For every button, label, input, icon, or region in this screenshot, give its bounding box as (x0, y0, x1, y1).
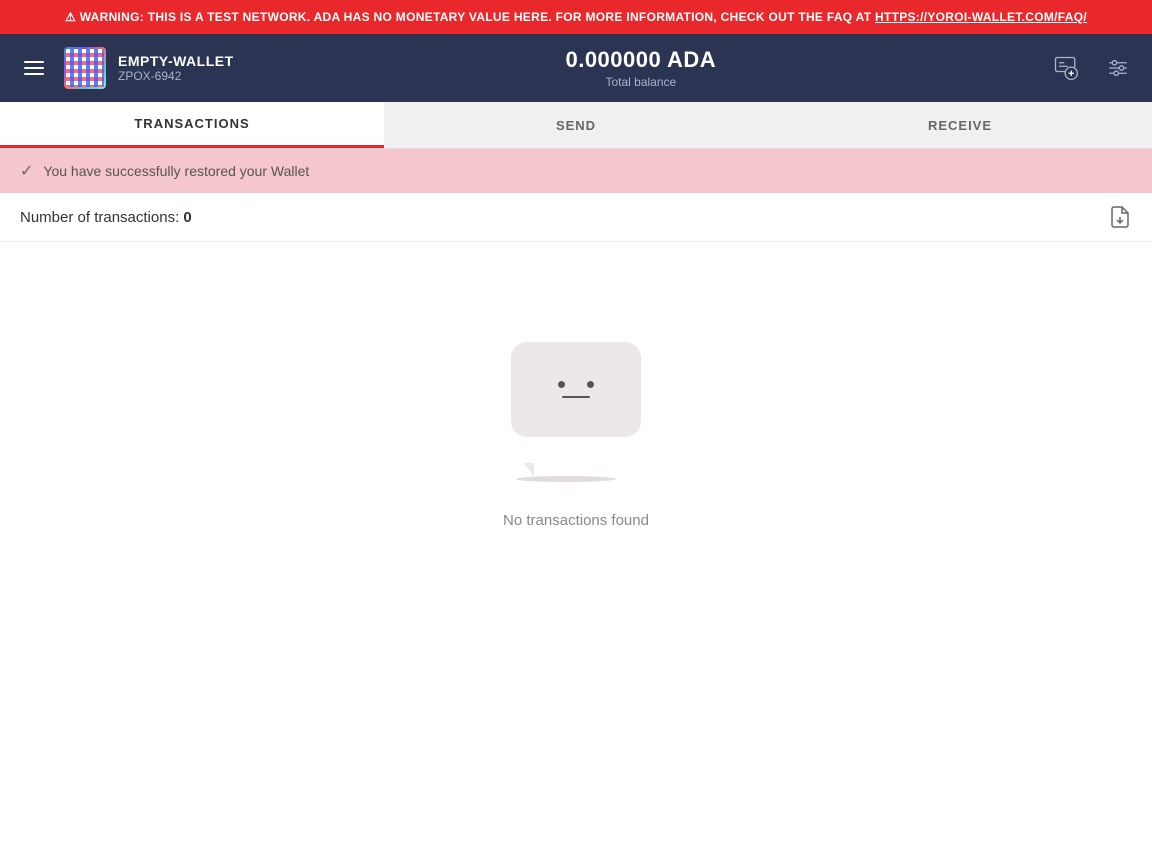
check-icon: ✓ (20, 161, 33, 181)
transaction-count: Number of transactions: 0 (20, 209, 192, 226)
bubble-face (558, 381, 594, 398)
tx-count-value: 0 (183, 209, 191, 226)
speech-bubble (511, 342, 641, 437)
export-button[interactable] (1108, 205, 1132, 229)
shadow-line (516, 476, 616, 482)
wallet-id: ZPOX-6942 (118, 69, 234, 83)
success-message: You have successfully restored your Wall… (43, 163, 309, 179)
tx-count-label: Number of transactions: (20, 209, 179, 226)
header-actions (1048, 50, 1136, 86)
tab-send[interactable]: SEND (384, 102, 768, 148)
tab-transactions[interactable]: TRANSACTIONS (0, 102, 384, 148)
wallet-info: EMPTY-WALLET ZPOX-6942 (118, 53, 234, 83)
warning-text: WARNING: THIS IS A TEST NETWORK. ADA HAS… (80, 10, 875, 24)
balance-label: Total balance (234, 75, 1048, 89)
bubble-eye-right (587, 381, 594, 388)
transaction-header: Number of transactions: 0 (0, 193, 1152, 242)
settings-icon[interactable] (1100, 50, 1136, 86)
success-banner: ✓ You have successfully restored your Wa… (0, 149, 1152, 193)
bubble-mouth (562, 396, 590, 398)
receive-icon[interactable] (1048, 50, 1084, 86)
wallet-name: EMPTY-WALLET (118, 53, 234, 69)
warning-banner: ⚠ WARNING: THIS IS A TEST NETWORK. ADA H… (0, 0, 1152, 34)
balance-amount: 0.000000 ADA (234, 47, 1048, 73)
bubble-eyes (558, 381, 594, 388)
menu-icon[interactable] (16, 53, 52, 83)
bubble-tail (524, 463, 534, 477)
wallet-avatar (64, 47, 106, 89)
balance-section: 0.000000 ADA Total balance (234, 47, 1048, 89)
empty-illustration (496, 322, 656, 482)
tab-bar: TRANSACTIONS SEND RECEIVE (0, 102, 1152, 149)
warning-link[interactable]: HTTPS://YOROI-WALLET.COM/FAQ/ (875, 10, 1087, 24)
content-area: Number of transactions: 0 (0, 193, 1152, 850)
empty-text: No transactions found (503, 512, 649, 529)
empty-state: No transactions found (0, 242, 1152, 569)
app-header: EMPTY-WALLET ZPOX-6942 0.000000 ADA Tota… (0, 34, 1152, 102)
warning-icon: ⚠ (65, 10, 76, 24)
tab-receive[interactable]: RECEIVE (768, 102, 1152, 148)
bubble-eye-left (558, 381, 565, 388)
